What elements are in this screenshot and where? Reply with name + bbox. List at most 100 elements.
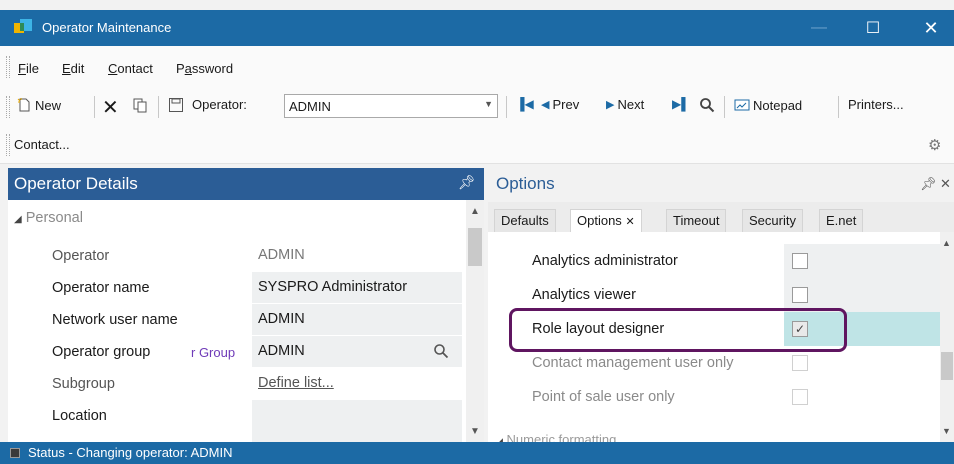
toolbar: New ✕ Operator: ADMIN ▼ ▐◀ ◀ Prev ▶ Next ▶… xyxy=(0,86,954,126)
toolbar-separator xyxy=(158,96,159,118)
menu-grip[interactable] xyxy=(6,56,10,78)
section-numeric-formatting[interactable]: ◢ Numeric formatting xyxy=(496,432,696,442)
close-button[interactable]: ✕ xyxy=(908,10,954,46)
property-row[interactable]: Location xyxy=(8,400,466,442)
option-row[interactable]: Analytics viewer xyxy=(488,278,940,312)
notepad-icon xyxy=(734,99,750,111)
maximize-button[interactable]: ☐ xyxy=(850,10,896,46)
section-personal-label: Personal xyxy=(25,210,83,226)
first-icon[interactable]: ▐◀ xyxy=(516,97,534,111)
toolbar-grip[interactable] xyxy=(6,96,10,118)
menu-file[interactable]: File xyxy=(18,61,39,76)
vertical-scrollbar[interactable]: ▲ ▼ xyxy=(940,232,954,442)
printers-button[interactable]: Printers... xyxy=(848,97,904,112)
options-tabs: Defaults Options ✕ Timeout Security E.ne… xyxy=(488,202,954,232)
menu-contact[interactable]: Contact xyxy=(108,61,153,76)
options-header: Options 📌︎ ✕ xyxy=(488,168,954,202)
operator-group-field[interactable]: ADMIN xyxy=(252,336,462,368)
operator-label: Operator: xyxy=(192,97,247,112)
prev-label: Prev xyxy=(552,97,580,112)
scroll-down-icon[interactable]: ▼ xyxy=(470,426,480,437)
last-icon[interactable]: ▶▌ xyxy=(672,97,690,111)
group-tooltip: r Group xyxy=(191,345,236,360)
tab-options[interactable]: Options ✕ xyxy=(570,209,642,232)
pin-icon[interactable]: 📌︎ xyxy=(458,174,476,191)
search-icon[interactable] xyxy=(699,97,715,113)
copy-icon[interactable] xyxy=(132,97,148,113)
property-label: Location xyxy=(52,408,107,424)
analytics-viewer-checkbox[interactable] xyxy=(792,287,808,303)
close-icon[interactable]: ✕ xyxy=(940,176,951,192)
contact-button[interactable]: Contact... xyxy=(14,137,70,152)
contactbar-grip[interactable] xyxy=(6,134,10,156)
search-icon[interactable] xyxy=(433,343,449,359)
notepad-label: Notepad xyxy=(753,97,803,113)
next-button[interactable]: ▶ Next xyxy=(606,97,644,112)
next-icon: ▶ xyxy=(606,99,615,111)
vertical-scrollbar[interactable]: ▲ ▼ xyxy=(466,200,484,442)
close-tab-icon[interactable]: ✕ xyxy=(625,216,634,228)
property-row[interactable]: Operator group r Group ADMIN xyxy=(8,336,466,368)
prev-button[interactable]: ◀ Prev xyxy=(541,97,579,112)
toolbar-separator xyxy=(838,96,839,118)
options-title: Options xyxy=(496,174,555,193)
network-user-field[interactable]: ADMIN xyxy=(252,304,462,336)
define-list-link[interactable]: Define list... xyxy=(252,368,462,400)
point-of-sale-checkbox[interactable] xyxy=(792,389,808,405)
chevron-down-icon[interactable]: ▼ xyxy=(484,99,493,109)
tab-defaults[interactable]: Defaults xyxy=(494,209,556,232)
scroll-up-icon[interactable]: ▲ xyxy=(942,238,951,248)
scroll-up-icon[interactable]: ▲ xyxy=(470,206,480,217)
prev-icon: ◀ xyxy=(541,99,550,111)
property-row[interactable]: Operator ADMIN xyxy=(8,240,466,272)
contact-bar: Contact... ⚙ xyxy=(0,126,954,164)
analytics-administrator-checkbox[interactable] xyxy=(792,253,808,269)
operator-name-field[interactable]: SYSPRO Administrator xyxy=(252,272,462,304)
delete-icon[interactable]: ✕ xyxy=(102,95,119,120)
property-label: Operator name xyxy=(52,280,150,296)
operator-details-title: Operator Details xyxy=(14,174,138,193)
status-icon xyxy=(10,448,20,458)
option-row[interactable]: Analytics administrator xyxy=(488,244,940,278)
pin-icon[interactable]: 📌︎ xyxy=(920,176,937,192)
operator-details-header: Operator Details 📌︎ xyxy=(8,168,484,200)
save-icon[interactable] xyxy=(168,97,184,113)
minimize-button[interactable]: — xyxy=(796,10,842,46)
new-button[interactable]: New xyxy=(16,97,61,113)
operator-value: ADMIN xyxy=(289,99,331,114)
notepad-button[interactable]: Notepad xyxy=(734,97,802,113)
option-row[interactable]: Point of sale user only xyxy=(488,380,940,414)
highlight-annotation xyxy=(509,308,847,352)
scroll-thumb[interactable] xyxy=(941,352,953,380)
scroll-thumb[interactable] xyxy=(468,228,482,266)
tab-timeout[interactable]: Timeout xyxy=(666,209,727,232)
gear-icon[interactable]: ⚙ xyxy=(928,136,941,154)
operator-combobox[interactable]: ADMIN ▼ xyxy=(284,94,498,118)
app-icon xyxy=(14,19,32,33)
property-row[interactable]: Subgroup Define list... xyxy=(8,368,466,400)
location-field[interactable] xyxy=(252,400,462,442)
status-bar: Status - Changing operator: ADMIN xyxy=(0,442,954,464)
property-value: ADMIN xyxy=(258,247,305,263)
tab-security[interactable]: Security xyxy=(742,209,803,232)
operator-details-panel: Operator Details 📌︎ ◢ Personal Operator … xyxy=(8,168,484,442)
options-panel: Options 📌︎ ✕ Defaults Options ✕ Timeout … xyxy=(488,168,954,442)
property-row[interactable]: Network user name ADMIN xyxy=(8,304,466,336)
menu-edit[interactable]: Edit xyxy=(62,61,84,76)
menu-password[interactable]: Password xyxy=(176,61,233,76)
contact-management-checkbox[interactable] xyxy=(792,355,808,371)
property-row[interactable]: Operator name SYSPRO Administrator xyxy=(8,272,466,304)
option-label: Analytics administrator xyxy=(532,253,678,269)
section-numeric-formatting-label: Numeric formatting xyxy=(506,432,617,442)
property-label: Network user name xyxy=(52,312,178,328)
scroll-down-icon[interactable]: ▼ xyxy=(942,426,951,436)
title-bar: Operator Maintenance — ☐ ✕ xyxy=(0,10,954,46)
new-icon xyxy=(17,98,30,112)
toolbar-separator xyxy=(94,96,95,118)
tab-enet[interactable]: E.net xyxy=(819,209,864,232)
status-text: Status - Changing operator: ADMIN xyxy=(28,445,233,460)
option-label: Point of sale user only xyxy=(532,389,675,405)
option-label: Analytics viewer xyxy=(532,287,636,303)
section-personal[interactable]: ◢ Personal xyxy=(14,210,83,226)
toolbar-separator xyxy=(506,96,507,118)
